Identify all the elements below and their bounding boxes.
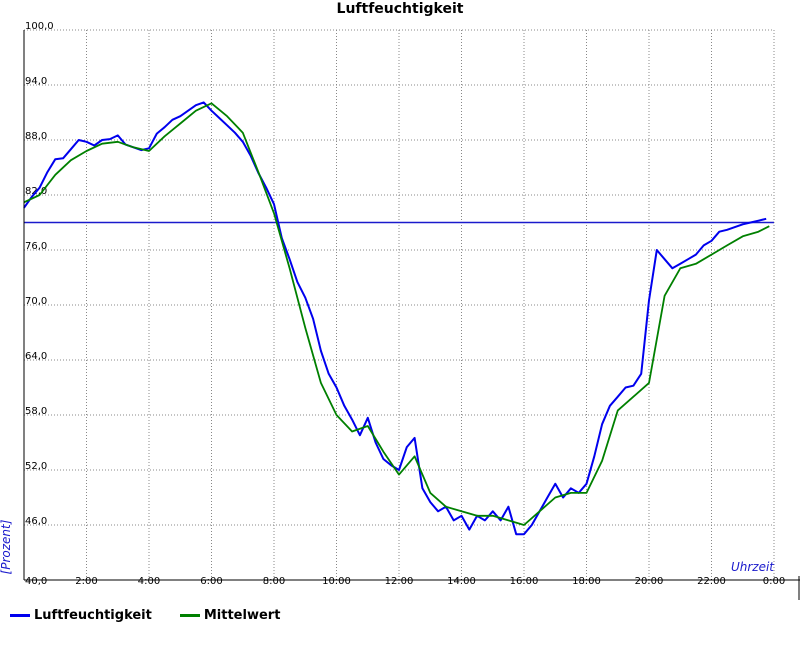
chart-title: Luftfeuchtigkeit [337,1,464,17]
x-tick-label: 0:00 [763,576,785,587]
x-tick-label: 8:00 [263,576,285,587]
y-tick-label: 46,0 [25,516,47,527]
x-tick-label: 16:00 [510,576,539,587]
y-tick-label: 100,0 [25,21,54,32]
legend-item-luftfeuchtigkeit: Luftfeuchtigkeit [10,608,152,623]
y-tick-label: 70,0 [25,296,47,307]
x-tick-label: 4:00 [138,576,160,587]
x-tick-label: 12:00 [385,576,414,587]
x-tick-label: 10:00 [322,576,351,587]
legend-item-mittelwert: Mittelwert [179,608,281,623]
x-tick-label: 20:00 [635,576,664,587]
y-axis-label: [Prozent] [0,519,13,574]
y-tick-label: 58,0 [25,406,47,417]
y-tick-label: 76,0 [25,241,47,252]
legend-swatch-luftfeuchtigkeit [10,614,30,617]
legend-swatch-mittelwert [179,614,200,617]
y-tick-label: 88,0 [25,131,47,142]
humidity-chart: Luftfeuchtigkeit 40,0 46,0 52,0 58,0 64,0 70,… [0,0,800,650]
x-tick-label: 6:00 [200,576,222,587]
legend: Luftfeuchtigkeit Mittelwert [10,608,280,623]
y-tick-label: 64,0 [25,351,47,362]
chart-background [0,0,800,650]
y-tick-label: 52,0 [25,461,47,472]
x-tick-label: 22:00 [697,576,726,587]
y-tick-label: 40,0 [25,576,47,587]
x-tick-label: 14:00 [447,576,476,587]
x-tick-label: 18:00 [572,576,601,587]
x-axis-label: Uhrzeit [731,560,775,574]
y-tick-label: 94,0 [25,76,47,87]
legend-label-luftfeuchtigkeit: Luftfeuchtigkeit [34,608,152,623]
legend-label-mittelwert: Mittelwert [203,608,281,623]
x-tick-label: 2:00 [75,576,97,587]
